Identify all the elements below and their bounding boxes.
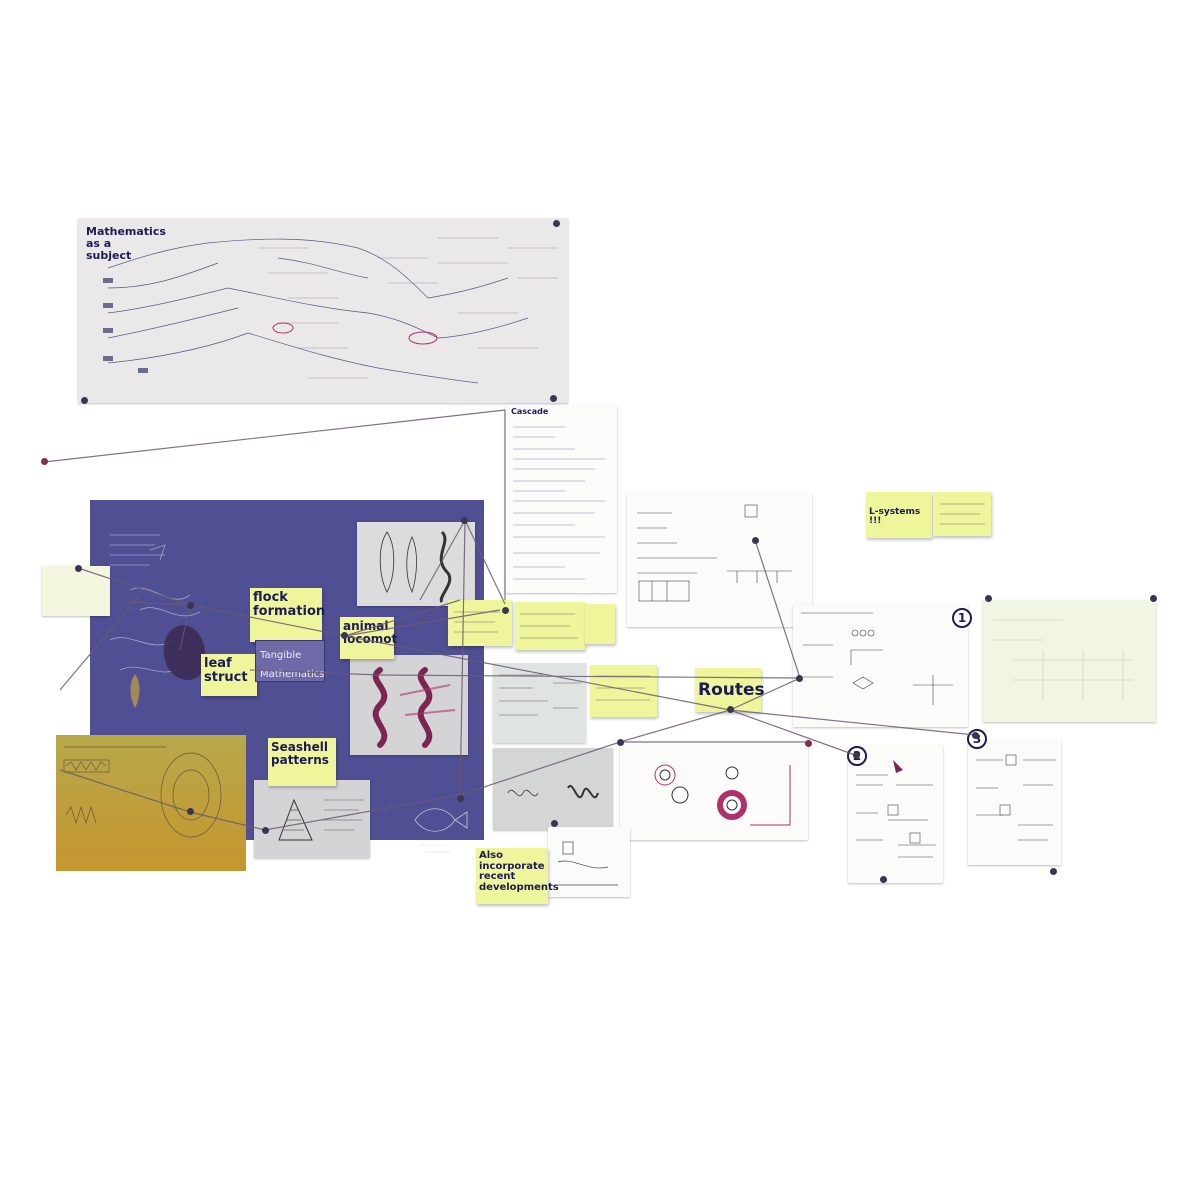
middle-upper-sketches — [499, 674, 581, 716]
pin — [853, 752, 860, 759]
route-3-sketch — [976, 754, 1056, 841]
wave-sketch — [507, 784, 599, 799]
cascade-lines — [513, 426, 605, 580]
pin — [985, 595, 992, 602]
pin — [187, 602, 194, 609]
pin — [805, 740, 812, 747]
pin — [502, 607, 509, 614]
route-3-sheet — [968, 740, 1061, 865]
spiral-sketches — [654, 764, 791, 826]
pin — [617, 739, 624, 746]
diagram-sheet-mid-sketch — [801, 612, 953, 705]
sketch-card-cells — [357, 522, 475, 606]
diagram-sheet-top — [627, 493, 812, 627]
sticky-right-note — [933, 492, 991, 536]
sticky-animal-locomot: animal locomot — [340, 617, 398, 659]
pin — [75, 565, 82, 572]
pin — [341, 632, 348, 639]
diagram-sheet-mid — [793, 605, 968, 727]
faint-green-sheet-sketch — [993, 619, 1133, 700]
pin — [880, 876, 887, 883]
pin — [262, 827, 269, 834]
diagram-sheet-top-sketch — [637, 504, 792, 602]
sticky-flock-formation: flock formation — [250, 588, 326, 642]
route-marker-1: 1 — [952, 608, 972, 628]
pin — [972, 732, 979, 739]
mathematics-mindmap-sheet: Mathematics as a subject — [78, 218, 568, 403]
flock-formation-label: flock formation — [253, 590, 326, 619]
route-2-sheet — [848, 745, 943, 883]
bottom-sheet-sketch — [557, 841, 618, 886]
pin — [553, 220, 560, 227]
snake-sketches — [372, 667, 456, 748]
sticky-middle-notes-b — [515, 602, 585, 650]
pin — [550, 395, 557, 402]
pin — [796, 675, 803, 682]
cell-sketches — [379, 530, 452, 604]
pin — [457, 795, 464, 802]
routes-label: Routes — [698, 680, 765, 700]
also-incorporate-label: Also incorporate recent developments — [479, 850, 559, 893]
sketch-card-snakes — [350, 655, 468, 755]
sticky-middle-notes-c — [585, 604, 615, 644]
mindmap-scribbles — [103, 237, 558, 384]
center-note-label: Tangible Mathematics — [260, 650, 325, 680]
sticky-middle-notes-d — [590, 665, 657, 717]
pin — [187, 808, 194, 815]
sketch-card-middle-lower — [493, 748, 613, 830]
pin — [551, 820, 558, 827]
sketch-card-seashell — [254, 780, 370, 858]
pin — [461, 517, 468, 524]
sticky-l-systems: L-systems !!! — [866, 492, 932, 538]
route-2-sketch — [856, 760, 936, 858]
l-systems-label: L-systems !!! — [869, 507, 921, 527]
spiral-sketch-sheet — [620, 745, 808, 840]
sticky-seashell-patterns: Seashell patterns — [268, 738, 336, 786]
pin — [81, 397, 88, 404]
seashell-patterns-label: Seashell patterns — [271, 740, 329, 767]
seashell-sketch — [278, 798, 364, 841]
left-small-sheet — [42, 566, 110, 616]
pin — [727, 706, 734, 713]
faint-green-sheet — [983, 600, 1156, 722]
sticky-leaf-struct: leaf struct — [201, 654, 257, 696]
seed-pod — [130, 674, 140, 708]
cascade-notes-sheet: Cascade — [505, 405, 617, 593]
pin — [41, 458, 48, 465]
pin — [1150, 595, 1157, 602]
leaf-struct-label: leaf struct — [204, 656, 248, 685]
center-note-tangible-mathematics: Tangible Mathematics — [255, 640, 325, 682]
pin — [752, 537, 759, 544]
small-bottom-sheet — [548, 827, 630, 897]
sketch-card-middle-upper — [493, 663, 586, 743]
fish-doodle — [414, 808, 468, 853]
pin — [1050, 868, 1057, 875]
animal-locomot-label: animal locomot — [343, 619, 398, 646]
ochre-board-sketches — [63, 746, 222, 838]
sticky-also-incorporate: Also incorporate recent developments — [476, 848, 559, 904]
